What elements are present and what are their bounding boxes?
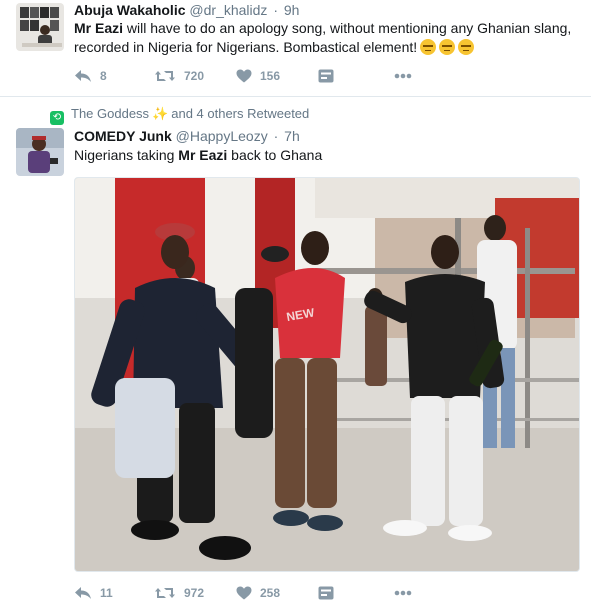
- retweet-icon: [155, 71, 175, 81]
- avatar[interactable]: [16, 128, 64, 176]
- expressionless-face-icon: [439, 39, 456, 55]
- heart-icon: [236, 69, 252, 83]
- photo-scene: NEW: [75, 178, 579, 571]
- more-button[interactable]: [394, 73, 412, 79]
- retweet-context-icon: ⟲: [50, 111, 64, 125]
- reply-icon: [75, 70, 91, 82]
- retweet-count: 720: [184, 69, 205, 83]
- reply-button[interactable]: 11: [74, 586, 154, 600]
- author-handle[interactable]: @dr_khalidz: [189, 2, 267, 18]
- timestamp[interactable]: 9h: [284, 2, 300, 18]
- reply-count: 8: [100, 69, 107, 83]
- direct-message-icon: [318, 586, 334, 600]
- tweet[interactable]: Abuja Wakaholic @dr_khalidz · 9h Mr Eazi…: [0, 0, 591, 96]
- reply-button[interactable]: 8: [74, 69, 154, 83]
- like-button[interactable]: 258: [236, 586, 318, 600]
- tweet-text-body: back to Ghana: [227, 147, 323, 163]
- author-name[interactable]: Abuja Wakaholic: [74, 2, 186, 18]
- tweet-header: Abuja Wakaholic @dr_khalidz · 9h: [74, 2, 299, 18]
- direct-message-button[interactable]: [318, 69, 394, 83]
- separator-dot: ·: [273, 2, 278, 18]
- retweet-button[interactable]: 720: [154, 69, 236, 83]
- more-button[interactable]: [394, 590, 412, 596]
- mention-text: Mr Eazi: [178, 147, 228, 163]
- expressionless-face-icon: [458, 39, 475, 55]
- tweet-text: Nigerians taking Mr Eazi back to Ghana: [74, 146, 580, 165]
- expressionless-face-icon: [420, 39, 437, 55]
- tweet-photo[interactable]: NEW: [74, 177, 580, 572]
- more-icon: [394, 73, 412, 79]
- retweet-button[interactable]: 972: [154, 586, 236, 600]
- like-count: 156: [260, 69, 281, 83]
- retweet-context[interactable]: ⟲ The Goddess ✨ and 4 others Retweeted: [50, 106, 309, 125]
- tweet-header: COMEDY Junk @HappyLeozy · 7h: [74, 128, 300, 144]
- heart-icon: [236, 586, 252, 600]
- like-count: 258: [260, 586, 281, 600]
- tweet-text: Mr Eazi will have to do an apology song,…: [74, 19, 580, 57]
- author-handle[interactable]: @HappyLeozy: [176, 128, 268, 144]
- separator-dot: ·: [273, 128, 279, 144]
- retweeter-name[interactable]: The Goddess: [71, 106, 149, 121]
- mention-text: Mr Eazi: [74, 20, 124, 36]
- tweet[interactable]: ⟲ The Goddess ✨ and 4 others Retweeted COME…: [0, 97, 591, 609]
- direct-message-icon: [318, 69, 334, 83]
- more-icon: [394, 590, 412, 596]
- reply-icon: [75, 587, 91, 599]
- tweet-text-body: Nigerians taking: [74, 147, 179, 163]
- timestamp[interactable]: 7h: [284, 128, 300, 144]
- like-button[interactable]: 156: [236, 69, 318, 83]
- avatar[interactable]: [16, 3, 64, 51]
- direct-message-button[interactable]: [318, 586, 394, 600]
- reply-count: 11: [100, 586, 113, 600]
- tweet-text-body: will have to do an apology song, without…: [74, 20, 572, 55]
- tweet-actions: 8 720 156: [74, 66, 412, 86]
- tweet-actions: 11 972 258: [74, 583, 412, 603]
- retweet-icon: [155, 588, 175, 598]
- sparkles-icon: ✨: [152, 106, 169, 121]
- author-name[interactable]: COMEDY Junk: [74, 128, 172, 144]
- retweet-count: 972: [184, 586, 205, 600]
- retweet-context-suffix: and 4 others Retweeted: [171, 106, 310, 121]
